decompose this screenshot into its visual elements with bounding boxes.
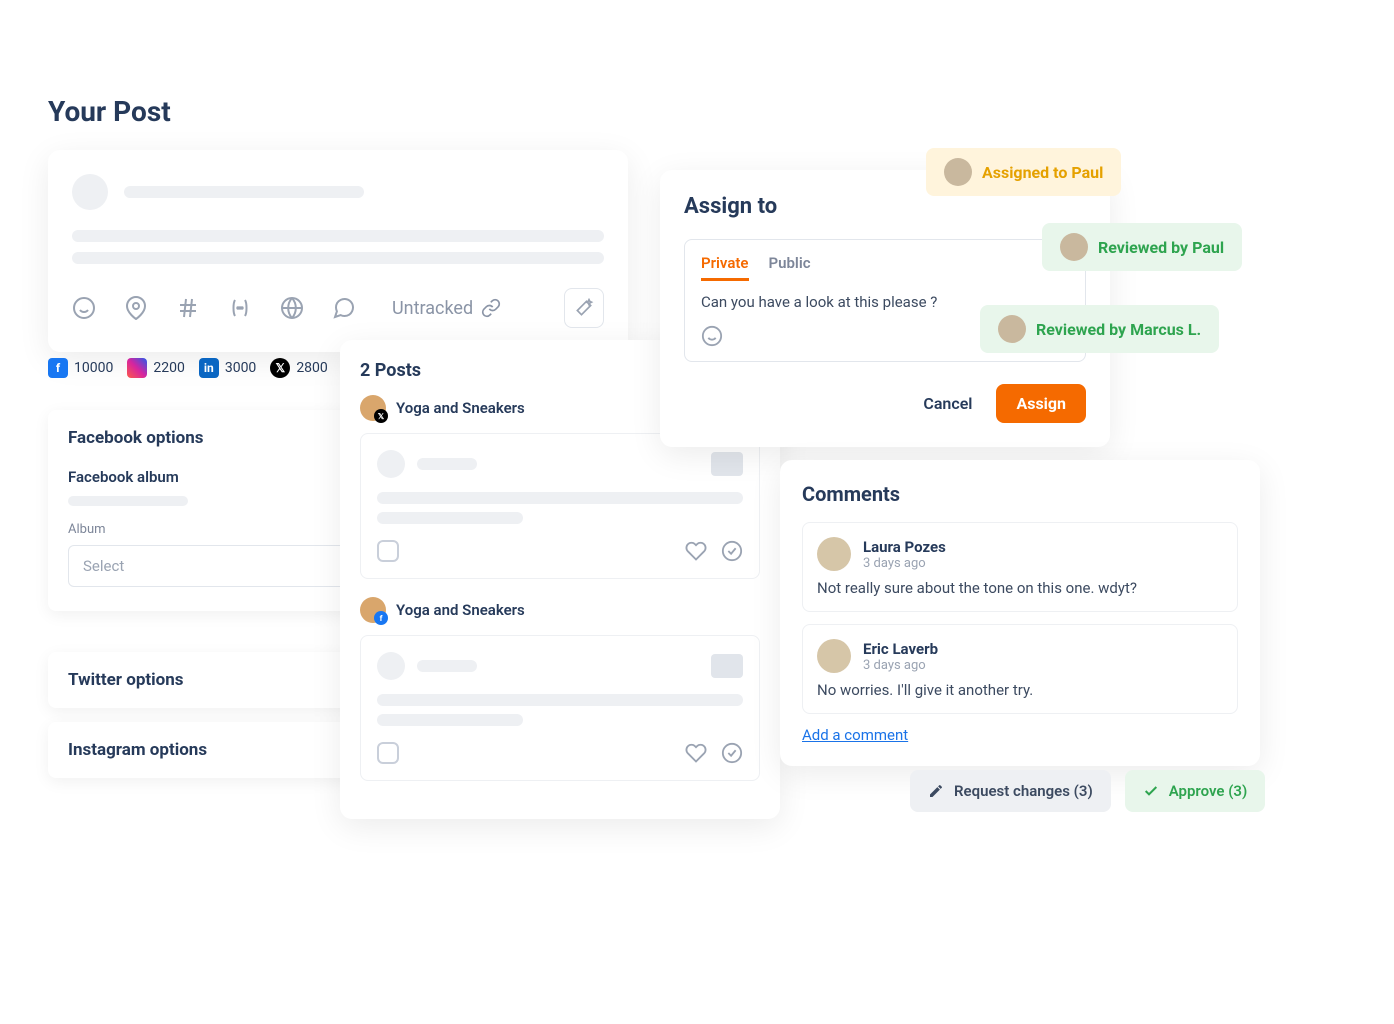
cancel-button[interactable]: Cancel bbox=[915, 384, 980, 423]
untracked-label: Untracked bbox=[392, 298, 473, 319]
chip-label: Reviewed by Marcus L. bbox=[1036, 320, 1201, 339]
chat-icon[interactable] bbox=[332, 296, 356, 320]
emoji-icon[interactable] bbox=[72, 296, 96, 320]
facebook-options-panel: Facebook options Facebook album Album Se… bbox=[48, 410, 368, 611]
page-title: Your Post bbox=[48, 95, 171, 128]
source-name: Yoga and Sneakers bbox=[396, 399, 525, 417]
text-placeholder bbox=[417, 458, 477, 470]
avatar-placeholder bbox=[377, 450, 405, 478]
variable-icon[interactable] bbox=[228, 296, 252, 320]
location-icon[interactable] bbox=[124, 296, 148, 320]
album-label: Album bbox=[68, 522, 348, 537]
twitter-options-panel[interactable]: Twitter options bbox=[48, 652, 368, 708]
status-chip-reviewed: Reviewed by Marcus L. bbox=[980, 305, 1219, 353]
avatar bbox=[817, 639, 851, 673]
options-subtitle: Facebook album bbox=[68, 468, 348, 486]
request-changes-label: Request changes (3) bbox=[954, 782, 1093, 800]
pencil-icon bbox=[928, 783, 944, 799]
comment-author: Eric Laverb bbox=[863, 640, 938, 658]
avatar bbox=[1060, 233, 1088, 261]
avatar bbox=[944, 158, 972, 186]
hashtag-icon[interactable] bbox=[176, 296, 200, 320]
comment-time: 3 days ago bbox=[863, 658, 938, 673]
instagram-icon bbox=[127, 358, 147, 378]
heart-icon[interactable] bbox=[685, 540, 707, 562]
image-placeholder-icon bbox=[711, 452, 743, 476]
assign-title: Assign to bbox=[684, 194, 1086, 219]
image-placeholder-icon bbox=[711, 654, 743, 678]
text-placeholder bbox=[72, 230, 604, 242]
comments-panel: Comments Laura Pozes 3 days ago Not real… bbox=[780, 460, 1260, 766]
instagram-options-panel[interactable]: Instagram options bbox=[48, 722, 368, 778]
text-placeholder bbox=[377, 694, 743, 706]
text-placeholder bbox=[124, 186, 364, 198]
text-placeholder bbox=[377, 492, 743, 504]
avatar-placeholder bbox=[377, 652, 405, 680]
tab-private[interactable]: Private bbox=[701, 254, 749, 281]
text-placeholder bbox=[72, 252, 604, 264]
approve-button[interactable]: Approve (3) bbox=[1125, 770, 1266, 812]
linkedin-count: in3000 bbox=[199, 358, 256, 378]
source-avatar: 𝕏 bbox=[360, 395, 386, 421]
status-chip-assigned: Assigned to Paul bbox=[926, 148, 1121, 196]
heart-icon[interactable] bbox=[685, 742, 707, 764]
comment-item: Laura Pozes 3 days ago Not really sure a… bbox=[802, 522, 1238, 612]
comment-author: Laura Pozes bbox=[863, 538, 946, 556]
source-avatar: f bbox=[360, 597, 386, 623]
social-stats: f10000 2200 in3000 𝕏2800 bbox=[48, 358, 328, 378]
options-title: Instagram options bbox=[68, 740, 348, 760]
comment-item: Eric Laverb 3 days ago No worries. I'll … bbox=[802, 624, 1238, 714]
link-icon bbox=[481, 298, 501, 318]
magic-wand-icon bbox=[574, 298, 594, 318]
untracked-toggle[interactable]: Untracked bbox=[392, 298, 501, 319]
add-comment-link[interactable]: Add a comment bbox=[802, 726, 1238, 744]
comment-text: No worries. I'll give it another try. bbox=[817, 681, 1223, 699]
avatar bbox=[998, 315, 1026, 343]
chip-label: Reviewed by Paul bbox=[1098, 238, 1224, 257]
facebook-count: f10000 bbox=[48, 358, 113, 378]
comments-title: Comments bbox=[802, 482, 1238, 506]
instagram-count: 2200 bbox=[127, 358, 184, 378]
x-count: 𝕏2800 bbox=[270, 358, 327, 378]
assign-button[interactable]: Assign bbox=[996, 384, 1086, 423]
text-placeholder bbox=[377, 512, 523, 524]
avatar bbox=[817, 537, 851, 571]
text-placeholder bbox=[417, 660, 477, 672]
album-select[interactable]: Select bbox=[68, 545, 348, 587]
review-actions: Request changes (3) Approve (3) bbox=[910, 770, 1265, 812]
options-title: Facebook options bbox=[68, 428, 348, 448]
check-icon bbox=[1143, 783, 1159, 799]
source-name: Yoga and Sneakers bbox=[396, 601, 525, 619]
tab-public[interactable]: Public bbox=[769, 254, 811, 281]
composer-toolbar: Untracked bbox=[72, 288, 604, 328]
linkedin-icon: in bbox=[199, 358, 219, 378]
emoji-icon[interactable] bbox=[701, 325, 723, 347]
check-circle-icon[interactable] bbox=[721, 742, 743, 764]
options-title: Twitter options bbox=[68, 670, 348, 690]
facebook-icon: f bbox=[48, 358, 68, 378]
composer-card: Untracked bbox=[48, 150, 628, 352]
post-item: f Yoga and Sneakers bbox=[360, 597, 760, 781]
magic-button[interactable] bbox=[564, 288, 604, 328]
x-icon: 𝕏 bbox=[374, 409, 388, 423]
post-checkbox[interactable] bbox=[377, 540, 399, 562]
facebook-icon: f bbox=[374, 611, 388, 625]
check-circle-icon[interactable] bbox=[721, 540, 743, 562]
composer-avatar-placeholder bbox=[72, 174, 108, 210]
request-changes-button[interactable]: Request changes (3) bbox=[910, 770, 1111, 812]
approve-label: Approve (3) bbox=[1169, 782, 1248, 800]
post-checkbox[interactable] bbox=[377, 742, 399, 764]
globe-icon[interactable] bbox=[280, 296, 304, 320]
status-chip-reviewed: Reviewed by Paul bbox=[1042, 223, 1242, 271]
comment-time: 3 days ago bbox=[863, 556, 946, 571]
chip-label: Assigned to Paul bbox=[982, 163, 1103, 182]
text-placeholder bbox=[377, 714, 523, 726]
comment-text: Not really sure about the tone on this o… bbox=[817, 579, 1223, 597]
x-icon: 𝕏 bbox=[270, 358, 290, 378]
text-placeholder bbox=[68, 496, 188, 506]
